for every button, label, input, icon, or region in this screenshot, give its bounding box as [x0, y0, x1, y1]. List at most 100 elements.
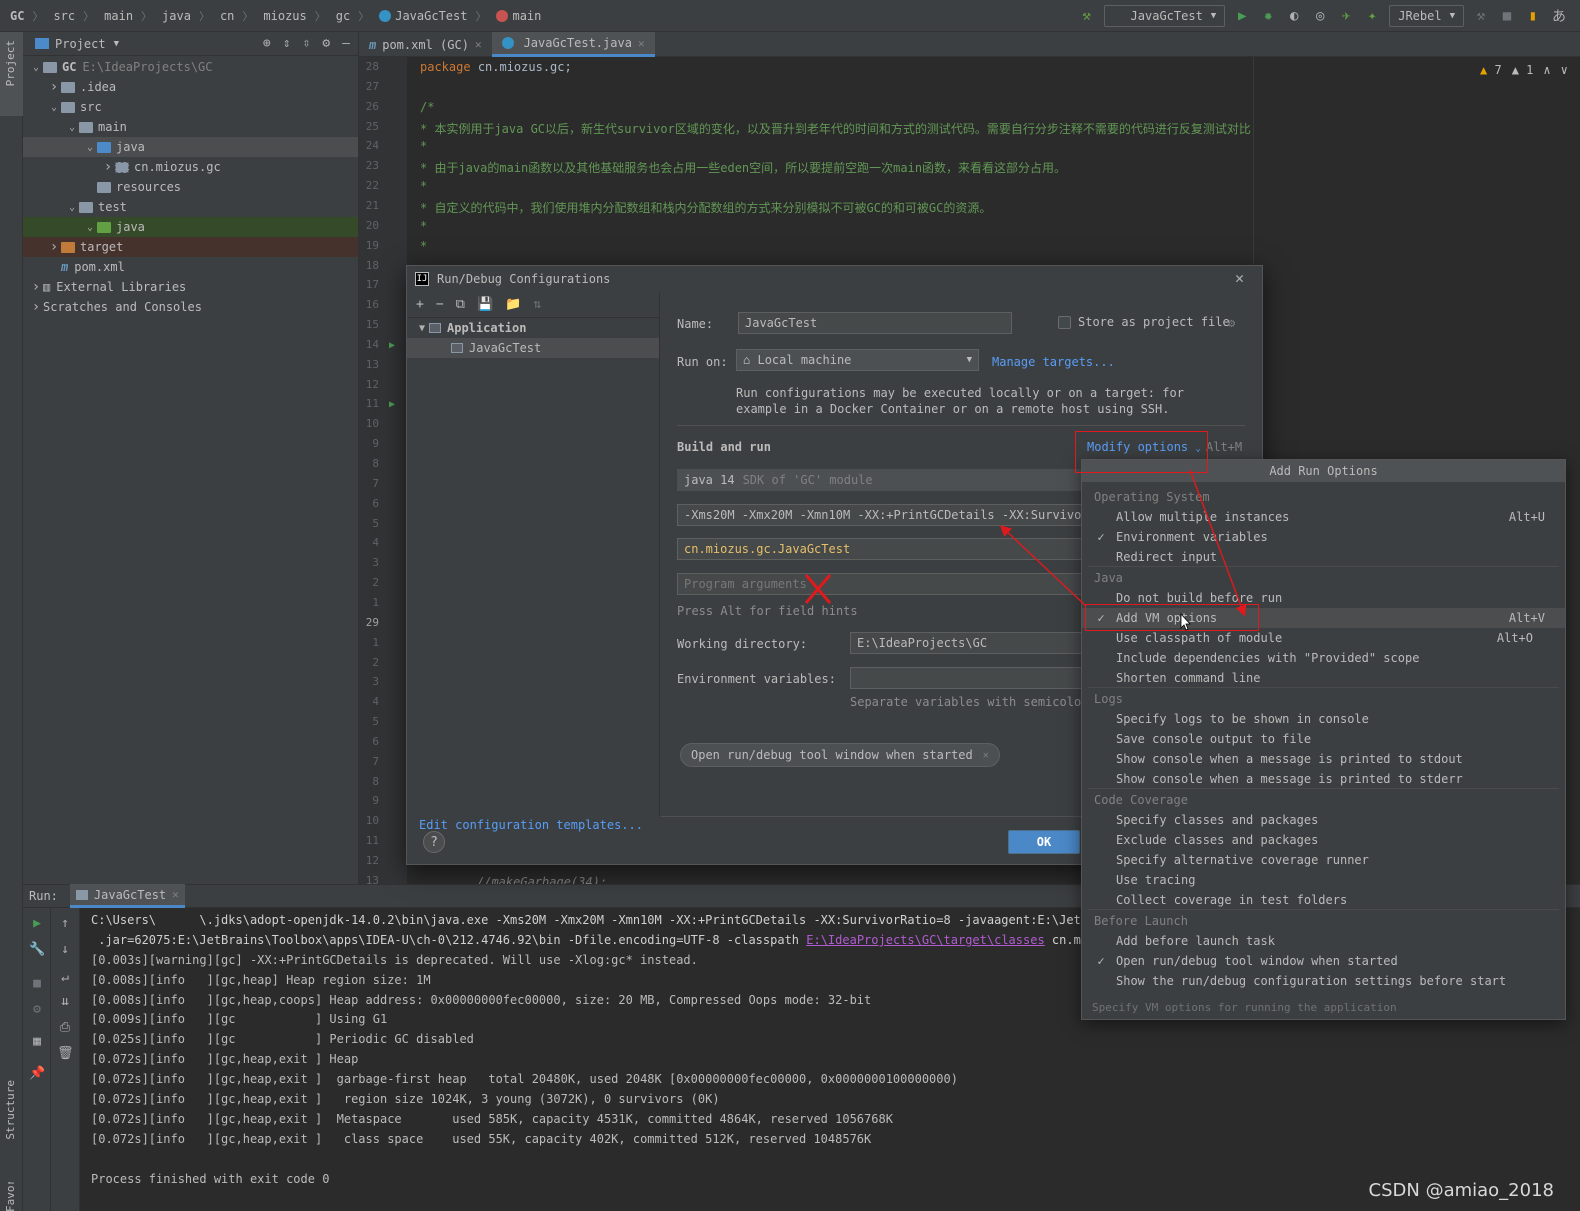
- tab-javagctest[interactable]: JavaGcTest.java ✕: [491, 32, 655, 57]
- gutter-run-icon[interactable]: ▶: [389, 340, 395, 351]
- popup-option[interactable]: Include dependencies with "Provided" sco…: [1082, 648, 1565, 668]
- chevron-right-icon[interactable]: ›: [47, 79, 61, 95]
- close-icon[interactable]: ✕: [172, 888, 179, 901]
- project-tree-item[interactable]: ⌄ test: [23, 197, 358, 217]
- project-tree-item[interactable]: ⌄ main: [23, 117, 358, 137]
- profile-icon[interactable]: ◎: [1311, 7, 1329, 25]
- name-field[interactable]: JavaGcTest: [738, 312, 1012, 334]
- hide-icon[interactable]: —: [342, 36, 350, 51]
- build-hammer-icon[interactable]: ⚒: [1078, 7, 1096, 25]
- chevron-down-icon[interactable]: ⌄: [65, 202, 79, 213]
- chevron-right-icon[interactable]: ›: [29, 299, 43, 315]
- breadcrumb-method[interactable]: main: [496, 9, 541, 23]
- stop-icon[interactable]: ■: [29, 976, 45, 991]
- popup-option[interactable]: ✓ Environment variables: [1082, 527, 1565, 547]
- arrow-down-icon[interactable]: ↓: [57, 942, 73, 957]
- scroll-to-end-icon[interactable]: ⇊: [57, 994, 73, 1009]
- breadcrumb-cn[interactable]: cn 〉: [220, 8, 253, 24]
- project-tree-item[interactable]: ⌄ GC E:\IdeaProjects\GC: [23, 57, 358, 77]
- remove-icon[interactable]: −: [436, 297, 444, 312]
- popup-option[interactable]: Specify classes and packages: [1082, 810, 1565, 830]
- chevron-down-icon[interactable]: ⌄: [29, 62, 43, 73]
- popup-option[interactable]: Exclude classes and packages: [1082, 830, 1565, 850]
- translate-icon[interactable]: あ: [1550, 7, 1568, 25]
- working-directory-field[interactable]: E:\IdeaProjects\GC: [850, 632, 1097, 654]
- jrebel-selector[interactable]: JRebel ▼: [1389, 5, 1464, 27]
- popup-option[interactable]: Use tracing: [1082, 870, 1565, 890]
- tab-pom-xml[interactable]: m pom.xml (GC) ✕: [359, 32, 492, 57]
- project-tree-item[interactable]: m pom.xml: [23, 257, 358, 277]
- tree-javagctest-config[interactable]: JavaGcTest: [407, 338, 659, 358]
- program-arguments-field[interactable]: Program arguments: [677, 573, 1097, 595]
- vcs-icon[interactable]: ▮: [1524, 7, 1542, 25]
- favorites-tool-label[interactable]: Favorites: [4, 1182, 17, 1211]
- project-tree-item[interactable]: › ▥ External Libraries: [23, 277, 358, 297]
- run-on-dropdown[interactable]: ⌂ Local machine ▼: [736, 349, 979, 371]
- coverage-icon[interactable]: ◐: [1285, 7, 1303, 25]
- chevron-down-icon[interactable]: ⌄: [83, 222, 97, 233]
- jdk-selector[interactable]: java 14 SDK of 'GC' module: [677, 469, 1097, 491]
- breadcrumb-miozus[interactable]: miozus 〉: [263, 8, 325, 24]
- close-icon[interactable]: ✕: [638, 37, 645, 50]
- chevron-down-icon[interactable]: ⌄: [83, 142, 97, 153]
- popup-option[interactable]: Add before launch task: [1082, 931, 1565, 951]
- gear-icon[interactable]: ⚙: [322, 36, 330, 51]
- main-class-field[interactable]: cn.miozus.gc.JavaGcTest: [677, 538, 1097, 560]
- pin-icon[interactable]: 📌: [29, 1066, 45, 1081]
- collapse-all-icon[interactable]: ⇳: [303, 36, 311, 51]
- expand-all-icon[interactable]: ⇕: [283, 36, 291, 51]
- popup-option[interactable]: Redirect input: [1082, 547, 1565, 567]
- help-button[interactable]: ?: [423, 831, 445, 853]
- breadcrumb-java[interactable]: java 〉: [162, 8, 210, 24]
- popup-option[interactable]: Use classpath of module Alt+O: [1082, 628, 1565, 648]
- popup-option[interactable]: Show console when a message is printed t…: [1082, 749, 1565, 769]
- ok-button[interactable]: OK: [1008, 830, 1080, 854]
- layout-icon[interactable]: ▦: [29, 1034, 45, 1049]
- chevron-right-icon[interactable]: ›: [47, 239, 61, 255]
- project-tool-label[interactable]: Project: [4, 40, 17, 86]
- jrebel-debug-icon[interactable]: ✦: [1363, 7, 1381, 25]
- popup-option[interactable]: Specify alternative coverage runner: [1082, 850, 1565, 870]
- gear-icon[interactable]: ⚙: [1228, 316, 1235, 330]
- project-tree-item[interactable]: resources: [23, 177, 358, 197]
- open-tool-window-chip[interactable]: Open run/debug tool window when started …: [680, 743, 1000, 767]
- project-tree-item[interactable]: ⌄ java: [23, 137, 358, 157]
- gutter-run-icon[interactable]: ▶: [389, 399, 395, 410]
- chevron-down-icon[interactable]: ∨: [1561, 63, 1568, 77]
- breadcrumb-main[interactable]: main 〉: [104, 8, 152, 24]
- soft-wrap-icon[interactable]: ↵: [57, 970, 73, 985]
- stop-icon[interactable]: ■: [1498, 7, 1516, 25]
- project-panel-title[interactable]: Project: [55, 37, 106, 51]
- run-icon[interactable]: ▶: [1233, 7, 1251, 25]
- popup-option[interactable]: Collect coverage in test folders: [1082, 890, 1565, 910]
- chevron-right-icon[interactable]: ›: [101, 159, 115, 175]
- chevron-down-icon[interactable]: ⌄: [65, 122, 79, 133]
- save-icon[interactable]: 💾: [477, 297, 493, 312]
- breadcrumb-gc[interactable]: gc 〉: [336, 8, 369, 24]
- project-tree-item[interactable]: › .idea: [23, 77, 358, 97]
- sort-icon[interactable]: ⇅: [533, 297, 541, 312]
- popup-option[interactable]: Show console when a message is printed t…: [1082, 769, 1565, 789]
- locate-icon[interactable]: ⊕: [263, 36, 271, 51]
- debug-icon[interactable]: ✹: [1259, 7, 1277, 25]
- close-icon[interactable]: ✕: [1235, 269, 1244, 287]
- popup-option[interactable]: ✓ Open run/debug tool window when started: [1082, 951, 1565, 971]
- add-icon[interactable]: +: [416, 297, 424, 312]
- popup-option[interactable]: Shorten command line: [1082, 668, 1565, 688]
- breadcrumb-src[interactable]: src 〉: [53, 8, 94, 24]
- jrebel-run-icon[interactable]: ✈: [1337, 7, 1355, 25]
- hammer-disabled-icon[interactable]: ⚒: [1472, 7, 1490, 25]
- environment-variables-field[interactable]: [850, 667, 1097, 689]
- vm-options-field[interactable]: -Xms20M -Xmx20M -Xmn10M -XX:+PrintGCDeta…: [677, 504, 1097, 526]
- arrow-up-icon[interactable]: ↑: [57, 916, 73, 931]
- edit-templates-link[interactable]: Edit configuration templates...: [419, 818, 643, 832]
- chevron-down-icon[interactable]: ⌄: [47, 102, 61, 113]
- chevron-down-icon[interactable]: ▼: [114, 39, 119, 49]
- breadcrumb-project[interactable]: GC 〉: [10, 8, 43, 24]
- run-configuration-selector[interactable]: JavaGcTest ▼: [1103, 5, 1226, 27]
- store-as-project-checkbox[interactable]: [1058, 316, 1071, 329]
- popup-option[interactable]: Save console output to file: [1082, 729, 1565, 749]
- inspection-widget[interactable]: ▲ 7 ▲ 1 ∧ ∨: [1480, 63, 1568, 77]
- structure-tool-label[interactable]: Structure: [4, 1080, 17, 1140]
- project-tree-item[interactable]: › cn.miozus.gc: [23, 157, 358, 177]
